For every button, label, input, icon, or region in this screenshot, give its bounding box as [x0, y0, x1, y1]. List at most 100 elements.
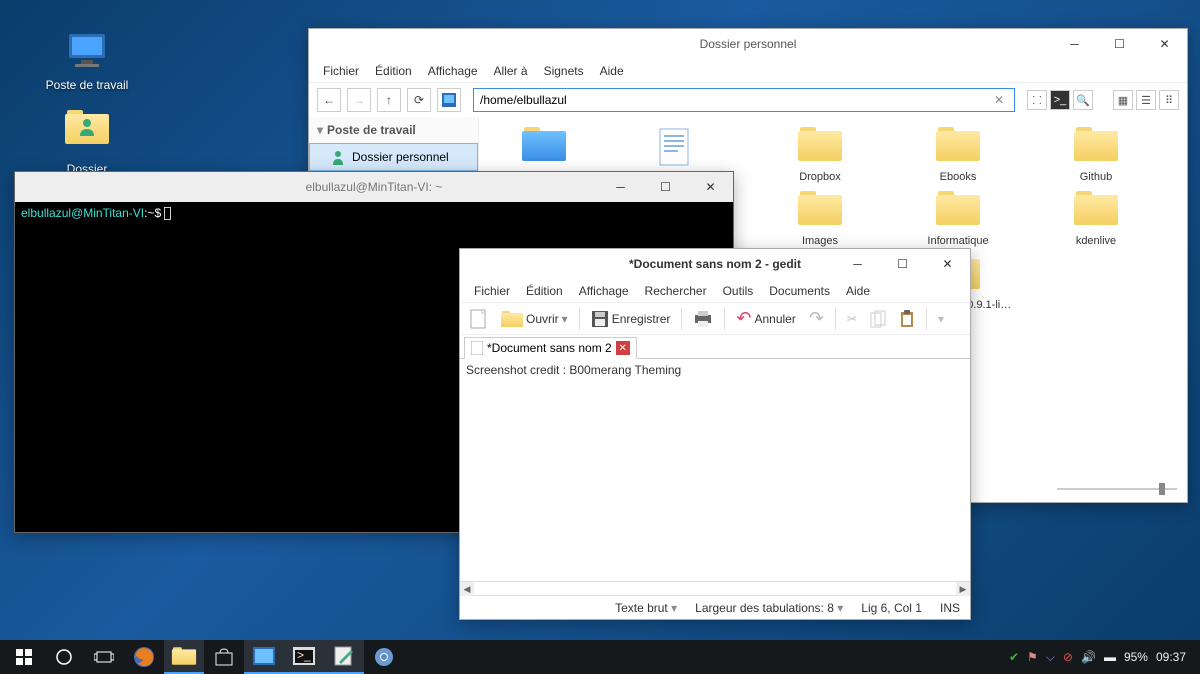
- status-syntax[interactable]: Texte brut ▾: [615, 601, 677, 615]
- status-tabwidth[interactable]: Largeur des tabulations: 8 ▾: [695, 601, 843, 615]
- file-label: Ebooks: [903, 171, 1013, 183]
- taskbar-gedit[interactable]: [324, 640, 364, 674]
- copy-icon: [870, 310, 886, 328]
- windows-icon: [16, 649, 32, 665]
- paste-button[interactable]: [895, 308, 919, 330]
- term-titlebar[interactable]: elbullazul@MinTitan-VI: ~ ─ ☐ ✕: [15, 172, 733, 202]
- menu-bookmarks[interactable]: Signets: [538, 62, 590, 80]
- network-icon[interactable]: ⊘: [1063, 650, 1073, 664]
- menu-search[interactable]: Rechercher: [639, 282, 713, 300]
- gedit-editor[interactable]: Screenshot credit : B00merang Theming: [460, 359, 970, 581]
- menu-file[interactable]: Fichier: [468, 282, 516, 300]
- volume-icon[interactable]: 🔊: [1081, 650, 1096, 664]
- view-compact-button[interactable]: ⠿: [1159, 90, 1179, 110]
- file-item[interactable]: Github: [1041, 127, 1151, 183]
- menu-go[interactable]: Aller à: [488, 62, 534, 80]
- search-button[interactable]: 🔍: [1073, 90, 1093, 110]
- terminal-prompt-suffix: :~$: [144, 206, 161, 220]
- status-insert: INS: [940, 601, 960, 615]
- shield-icon[interactable]: ✔: [1009, 650, 1019, 664]
- file-icon: [796, 191, 844, 231]
- menu-edit[interactable]: Édition: [369, 62, 418, 80]
- menu-documents[interactable]: Documents: [763, 282, 836, 300]
- minimize-button[interactable]: ─: [835, 249, 880, 279]
- print-button[interactable]: [689, 309, 717, 329]
- close-button[interactable]: ✕: [688, 172, 733, 202]
- up-button[interactable]: ↑: [377, 88, 401, 112]
- new-doc-button[interactable]: [466, 307, 492, 331]
- view-list-button[interactable]: ☰: [1136, 90, 1156, 110]
- taskbar-firefox[interactable]: [124, 640, 164, 674]
- chromium-icon: [374, 647, 394, 667]
- taskbar-app1[interactable]: [244, 640, 284, 674]
- desktop-icon-computer[interactable]: Poste de travail: [42, 26, 132, 92]
- save-button[interactable]: Enregistrer: [587, 308, 675, 330]
- file-item[interactable]: Dropbox: [765, 127, 875, 183]
- sidebar-section[interactable]: ▾Poste de travail: [309, 117, 478, 143]
- menu-file[interactable]: Fichier: [317, 62, 365, 80]
- address-input[interactable]: [480, 93, 990, 107]
- close-button[interactable]: ✕: [925, 249, 970, 279]
- undo-button[interactable]: ↶Annuler: [732, 306, 799, 331]
- minimize-button[interactable]: ─: [1052, 29, 1097, 59]
- taskbar-chromium[interactable]: [364, 640, 404, 674]
- cut-button[interactable]: ✂: [843, 310, 861, 328]
- open-button[interactable]: Ouvrir ▾: [497, 309, 572, 329]
- update-icon[interactable]: ⚑: [1027, 650, 1038, 664]
- floppy-icon: [591, 310, 609, 328]
- file-item[interactable]: Ebooks: [903, 127, 1013, 183]
- copy-button[interactable]: [866, 308, 890, 330]
- sidebar-item-home[interactable]: Dossier personnel: [309, 143, 478, 171]
- taskbar-store[interactable]: [204, 640, 244, 674]
- fm-titlebar[interactable]: Dossier personnel ─ ☐ ✕: [309, 29, 1187, 59]
- find-button[interactable]: ▾: [934, 310, 948, 328]
- redo-button[interactable]: ↷: [805, 306, 828, 331]
- file-item[interactable]: Images: [765, 191, 875, 247]
- gedit-tab[interactable]: *Document sans nom 2 ✕: [464, 337, 637, 359]
- toggle-button[interactable]: ⸬: [1027, 90, 1047, 110]
- document-icon: [471, 341, 483, 355]
- clock[interactable]: 09:37: [1156, 650, 1186, 664]
- file-item[interactable]: kdenlive: [1041, 191, 1151, 247]
- taskbar-terminal[interactable]: >_: [284, 640, 324, 674]
- menu-edit[interactable]: Édition: [520, 282, 569, 300]
- menu-help[interactable]: Aide: [594, 62, 630, 80]
- reload-button[interactable]: ⟳: [407, 88, 431, 112]
- back-button[interactable]: ←: [317, 88, 341, 112]
- taskbar-files[interactable]: [164, 640, 204, 674]
- start-button[interactable]: [4, 640, 44, 674]
- maximize-button[interactable]: ☐: [1097, 29, 1142, 59]
- cortana-button[interactable]: [44, 640, 84, 674]
- gedit-menubar: Fichier Édition Affichage Rechercher Out…: [460, 279, 970, 303]
- battery-percent[interactable]: 95%: [1124, 650, 1148, 664]
- undo-icon: ↶: [736, 308, 751, 329]
- bluetooth-icon[interactable]: ⌵: [1046, 650, 1055, 665]
- file-label: kdenlive: [1041, 235, 1151, 247]
- clear-address-icon[interactable]: ✕: [990, 93, 1008, 107]
- menu-view[interactable]: Affichage: [573, 282, 635, 300]
- taskview-button[interactable]: [84, 640, 124, 674]
- menu-view[interactable]: Affichage: [422, 62, 484, 80]
- zoom-slider[interactable]: [1057, 482, 1177, 496]
- close-button[interactable]: ✕: [1142, 29, 1187, 59]
- maximize-button[interactable]: ☐: [643, 172, 688, 202]
- terminal-toggle-button[interactable]: >_: [1050, 90, 1070, 110]
- file-label: Github: [1041, 171, 1151, 183]
- file-item[interactable]: Informatique: [903, 191, 1013, 247]
- document-icon: [470, 309, 488, 329]
- firefox-icon: [133, 646, 155, 668]
- menu-help[interactable]: Aide: [840, 282, 876, 300]
- view-icons-button[interactable]: ▦: [1113, 90, 1133, 110]
- menu-tools[interactable]: Outils: [717, 282, 760, 300]
- minimize-button[interactable]: ─: [598, 172, 643, 202]
- tab-close-button[interactable]: ✕: [616, 341, 630, 355]
- gedit-titlebar[interactable]: *Document sans nom 2 - gedit ─ ☐ ✕: [460, 249, 970, 279]
- address-bar[interactable]: ✕: [473, 88, 1015, 112]
- circle-icon: [55, 648, 73, 666]
- battery-icon[interactable]: ▬: [1104, 650, 1116, 664]
- maximize-button[interactable]: ☐: [880, 249, 925, 279]
- home-button[interactable]: [437, 88, 461, 112]
- gedit-hscrollbar[interactable]: ◀▶: [460, 581, 970, 595]
- file-icon: [934, 127, 982, 167]
- forward-button[interactable]: →: [347, 88, 371, 112]
